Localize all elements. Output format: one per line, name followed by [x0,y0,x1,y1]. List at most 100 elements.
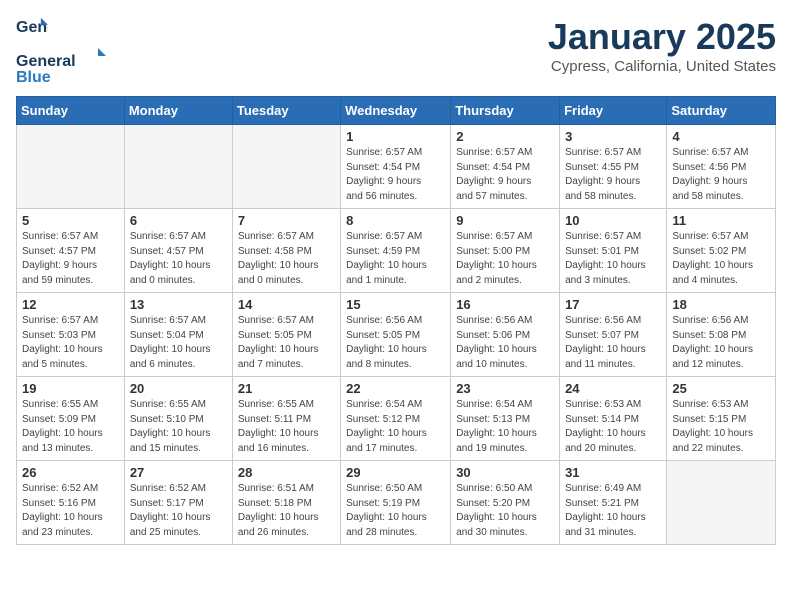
day-number: 9 [456,213,554,228]
day-number: 19 [22,381,119,396]
calendar-cell: 15 Sunrise: 6:56 AM Sunset: 5:05 PM Dayli… [341,293,451,377]
day-info: Sunrise: 6:55 AM Sunset: 5:10 PM Dayligh… [130,398,227,456]
day-info: Sunrise: 6:57 AM Sunset: 5:03 PM Dayligh… [22,314,119,372]
calendar-week-2: 5 Sunrise: 6:57 AM Sunset: 4:57 PM Daylig… [17,209,776,293]
day-number: 10 [565,213,661,228]
day-info: Sunrise: 6:56 AM Sunset: 5:05 PM Dayligh… [346,314,445,372]
day-info: Sunrise: 6:57 AM Sunset: 4:55 PM Dayligh… [565,146,661,204]
day-info: Sunrise: 6:57 AM Sunset: 4:57 PM Dayligh… [130,230,227,288]
day-info: Sunrise: 6:50 AM Sunset: 5:19 PM Dayligh… [346,482,445,540]
day-number: 27 [130,465,227,480]
calendar-cell: 29 Sunrise: 6:50 AM Sunset: 5:19 PM Dayli… [341,461,451,545]
weekday-header-monday: Monday [124,97,232,125]
calendar-cell: 24 Sunrise: 6:53 AM Sunset: 5:14 PM Dayli… [560,377,667,461]
calendar-week-4: 19 Sunrise: 6:55 AM Sunset: 5:09 PM Dayli… [17,377,776,461]
month-title: January 2025 [548,16,776,58]
calendar-cell [124,125,232,209]
day-number: 8 [346,213,445,228]
svg-text:Blue: Blue [16,69,51,86]
day-info: Sunrise: 6:54 AM Sunset: 5:12 PM Dayligh… [346,398,445,456]
calendar-cell: 22 Sunrise: 6:54 AM Sunset: 5:12 PM Dayli… [341,377,451,461]
location-title: Cypress, California, United States [548,58,776,75]
calendar-cell: 18 Sunrise: 6:56 AM Sunset: 5:08 PM Dayli… [667,293,776,377]
calendar-cell: 27Sunrise: 6:52 AM Sunset: 5:17 PM Dayli… [124,461,232,545]
generalblue-logo: General Blue [16,48,106,86]
calendar-cell [232,125,340,209]
svg-text:General: General [16,53,76,70]
day-info: Sunrise: 6:57 AM Sunset: 4:59 PM Dayligh… [346,230,445,288]
calendar-table: SundayMondayTuesdayWednesdayThursdayFrid… [16,96,776,545]
calendar-week-3: 12 Sunrise: 6:57 AM Sunset: 5:03 PM Dayli… [17,293,776,377]
day-info: Sunrise: 6:57 AM Sunset: 4:54 PM Dayligh… [346,146,445,204]
day-info: Sunrise: 6:56 AM Sunset: 5:08 PM Dayligh… [672,314,770,372]
day-number: 11 [672,213,770,228]
page-header: General General Blue January 2025 Cypres… [16,16,776,86]
title-block: January 2025 Cypress, California, United… [548,16,776,75]
day-info: Sunrise: 6:57 AM Sunset: 4:57 PM Dayligh… [22,230,119,288]
calendar-cell: 5 Sunrise: 6:57 AM Sunset: 4:57 PM Daylig… [17,209,125,293]
day-number: 14 [238,297,335,312]
calendar-week-5: 26 Sunrise: 6:52 AM Sunset: 5:16 PM Dayli… [17,461,776,545]
day-info: Sunrise: 6:52 AM Sunset: 5:16 PM Dayligh… [22,482,119,540]
day-number: 30 [456,465,554,480]
day-number: 5 [22,213,119,228]
day-number: 22 [346,381,445,396]
day-number: 7 [238,213,335,228]
calendar-cell: 2 Sunrise: 6:57 AM Sunset: 4:54 PM Daylig… [451,125,560,209]
day-info: Sunrise: 6:56 AM Sunset: 5:06 PM Dayligh… [456,314,554,372]
day-info: Sunrise: 6:49 AM Sunset: 5:21 PM Dayligh… [565,482,661,540]
day-number: 17 [565,297,661,312]
calendar-cell: 12 Sunrise: 6:57 AM Sunset: 5:03 PM Dayli… [17,293,125,377]
day-number: 29 [346,465,445,480]
logo: General General Blue [16,16,106,86]
calendar-cell: 26 Sunrise: 6:52 AM Sunset: 5:16 PM Dayli… [17,461,125,545]
day-info: Sunrise: 6:57 AM Sunset: 5:02 PM Dayligh… [672,230,770,288]
calendar-cell: 20 Sunrise: 6:55 AM Sunset: 5:10 PM Dayli… [124,377,232,461]
day-number: 12 [22,297,119,312]
day-info: Sunrise: 6:57 AM Sunset: 5:05 PM Dayligh… [238,314,335,372]
calendar-cell: 11 Sunrise: 6:57 AM Sunset: 5:02 PM Dayli… [667,209,776,293]
calendar-cell [667,461,776,545]
logo-icon: General [16,16,48,48]
weekday-header-sunday: Sunday [17,97,125,125]
calendar-cell: 17 Sunrise: 6:56 AM Sunset: 5:07 PM Dayli… [560,293,667,377]
day-info: Sunrise: 6:57 AM Sunset: 5:04 PM Dayligh… [130,314,227,372]
day-number: 16 [456,297,554,312]
calendar-cell: 23Sunrise: 6:54 AM Sunset: 5:13 PM Dayli… [451,377,560,461]
day-info: Sunrise: 6:55 AM Sunset: 5:09 PM Dayligh… [22,398,119,456]
calendar-cell: 16 Sunrise: 6:56 AM Sunset: 5:06 PM Dayli… [451,293,560,377]
calendar-cell: 8 Sunrise: 6:57 AM Sunset: 4:59 PM Daylig… [341,209,451,293]
calendar-cell: 19 Sunrise: 6:55 AM Sunset: 5:09 PM Dayli… [17,377,125,461]
day-info: Sunrise: 6:53 AM Sunset: 5:15 PM Dayligh… [672,398,770,456]
calendar-week-1: 1 Sunrise: 6:57 AM Sunset: 4:54 PM Daylig… [17,125,776,209]
day-number: 18 [672,297,770,312]
day-info: Sunrise: 6:57 AM Sunset: 4:56 PM Dayligh… [672,146,770,204]
day-number: 23 [456,381,554,396]
day-info: Sunrise: 6:55 AM Sunset: 5:11 PM Dayligh… [238,398,335,456]
day-number: 1 [346,129,445,144]
day-number: 2 [456,129,554,144]
calendar-cell: 6Sunrise: 6:57 AM Sunset: 4:57 PM Daylig… [124,209,232,293]
calendar-cell: 25Sunrise: 6:53 AM Sunset: 5:15 PM Dayli… [667,377,776,461]
calendar-cell: 3Sunrise: 6:57 AM Sunset: 4:55 PM Daylig… [560,125,667,209]
calendar-cell: 1 Sunrise: 6:57 AM Sunset: 4:54 PM Daylig… [341,125,451,209]
calendar-cell: 13 Sunrise: 6:57 AM Sunset: 5:04 PM Dayli… [124,293,232,377]
day-info: Sunrise: 6:57 AM Sunset: 4:54 PM Dayligh… [456,146,554,204]
calendar-cell: 28Sunrise: 6:51 AM Sunset: 5:18 PM Dayli… [232,461,340,545]
day-info: Sunrise: 6:56 AM Sunset: 5:07 PM Dayligh… [565,314,661,372]
day-info: Sunrise: 6:51 AM Sunset: 5:18 PM Dayligh… [238,482,335,540]
calendar-cell: 9 Sunrise: 6:57 AM Sunset: 5:00 PM Daylig… [451,209,560,293]
day-number: 20 [130,381,227,396]
weekday-header-thursday: Thursday [451,97,560,125]
day-info: Sunrise: 6:57 AM Sunset: 5:00 PM Dayligh… [456,230,554,288]
day-number: 24 [565,381,661,396]
day-number: 15 [346,297,445,312]
weekday-header-saturday: Saturday [667,97,776,125]
day-number: 13 [130,297,227,312]
calendar-cell: 31Sunrise: 6:49 AM Sunset: 5:21 PM Dayli… [560,461,667,545]
calendar-cell: 7Sunrise: 6:57 AM Sunset: 4:58 PM Daylig… [232,209,340,293]
day-number: 4 [672,129,770,144]
day-number: 26 [22,465,119,480]
weekday-header-row: SundayMondayTuesdayWednesdayThursdayFrid… [17,97,776,125]
day-info: Sunrise: 6:53 AM Sunset: 5:14 PM Dayligh… [565,398,661,456]
